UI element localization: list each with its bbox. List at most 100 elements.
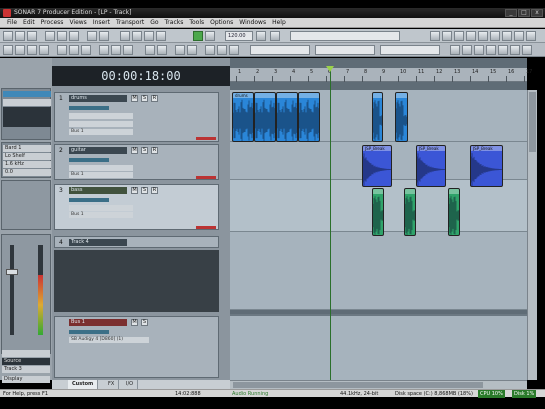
select-icon[interactable]: [466, 31, 476, 41]
horizontal-scrollbar[interactable]: [230, 380, 527, 389]
tempo-field[interactable]: 120.00: [225, 31, 253, 41]
pan-icon[interactable]: [526, 31, 536, 41]
menu-file[interactable]: File: [4, 18, 20, 28]
audio-clip[interactable]: [298, 92, 320, 142]
fx-icon[interactable]: [175, 45, 185, 55]
output-row[interactable]: Bus 1: [69, 172, 133, 178]
snapshot-icon[interactable]: [510, 45, 520, 55]
bus-strip[interactable]: Bus 1 M S SB Audigy 4 [D860] (1): [54, 316, 219, 378]
track-strip[interactable]: 3 bass M S R Bus 1: [54, 184, 219, 230]
volume-slider[interactable]: [69, 158, 109, 162]
automation-icon[interactable]: [205, 45, 215, 55]
selection-field[interactable]: [250, 45, 310, 55]
position-field[interactable]: [315, 45, 375, 55]
loop-end-icon[interactable]: [474, 45, 484, 55]
audio-clip[interactable]: JSP_Break: [416, 145, 446, 187]
vscroll-thumb[interactable]: [529, 92, 536, 152]
event-list-icon[interactable]: [81, 45, 91, 55]
record-icon[interactable]: [156, 31, 166, 41]
marker-add-icon[interactable]: [486, 45, 496, 55]
copy-icon[interactable]: [57, 31, 67, 41]
undo-icon[interactable]: [87, 31, 97, 41]
paste-icon[interactable]: [69, 31, 79, 41]
mute-button[interactable]: M: [131, 187, 138, 194]
menu-tools[interactable]: Tools: [186, 18, 207, 28]
audio-clip[interactable]: [254, 92, 276, 142]
audio-clip[interactable]: JSP_Break: [470, 145, 503, 187]
rewind-icon[interactable]: [120, 31, 130, 41]
menu-edit[interactable]: Edit: [20, 18, 38, 28]
track-strip[interactable]: 1 drums M S R Bus 1: [54, 92, 219, 142]
scrub-icon[interactable]: [502, 31, 512, 41]
lyrics-icon[interactable]: [111, 45, 121, 55]
menu-go[interactable]: Go: [147, 18, 161, 28]
track-strip[interactable]: 2 guitar M S R Bus 1: [54, 144, 219, 180]
display-label[interactable]: Display: [2, 376, 50, 383]
audio-clip[interactable]: [404, 188, 416, 236]
audio-clip[interactable]: [395, 92, 408, 142]
fx-row[interactable]: [69, 165, 133, 171]
erase-icon[interactable]: [490, 31, 500, 41]
console-icon[interactable]: [15, 45, 25, 55]
output-row[interactable]: Bus 1: [69, 212, 133, 218]
hscroll-thumb[interactable]: [233, 382, 483, 388]
menu-process[interactable]: Process: [38, 18, 67, 28]
loop-icon[interactable]: [193, 31, 203, 41]
grid-icon[interactable]: [442, 31, 452, 41]
vertical-scrollbar[interactable]: [527, 90, 537, 380]
menu-transport[interactable]: Transport: [113, 18, 147, 28]
bus-mute-button[interactable]: M: [131, 319, 138, 326]
mute-button[interactable]: M: [131, 147, 138, 154]
record-arm-button[interactable]: R: [151, 95, 158, 102]
eq-gain-value[interactable]: 0.0: [3, 169, 51, 176]
volume-slider[interactable]: [69, 106, 109, 110]
metronome-icon[interactable]: [205, 31, 215, 41]
redo-icon[interactable]: [99, 31, 109, 41]
bus-solo-button[interactable]: S: [141, 319, 148, 326]
close-button[interactable]: x: [531, 9, 543, 17]
settings-icon[interactable]: [522, 45, 532, 55]
menu-windows[interactable]: Windows: [236, 18, 269, 28]
menu-tracks[interactable]: Tracks: [162, 18, 187, 28]
play-icon[interactable]: [144, 31, 154, 41]
loop-start-icon[interactable]: [462, 45, 472, 55]
mute-button[interactable]: M: [131, 95, 138, 102]
lane-4[interactable]: [230, 232, 527, 310]
audio-clip[interactable]: drums: [232, 92, 254, 142]
piano-roll-icon[interactable]: [27, 45, 37, 55]
length-field[interactable]: [380, 45, 440, 55]
volume-fader[interactable]: [6, 269, 18, 275]
solo-button[interactable]: S: [141, 187, 148, 194]
bus-volume-slider[interactable]: [69, 330, 109, 334]
tab-io[interactable]: I/O: [122, 380, 139, 389]
menu-views[interactable]: Views: [66, 18, 89, 28]
open-icon[interactable]: [15, 31, 25, 41]
maximize-button[interactable]: □: [518, 9, 530, 17]
bookmark-icon[interactable]: [498, 45, 508, 55]
menu-help[interactable]: Help: [269, 18, 289, 28]
empty-track-area[interactable]: [54, 250, 219, 312]
zoom-icon[interactable]: [454, 31, 464, 41]
mixdown-icon[interactable]: [157, 45, 167, 55]
read-icon[interactable]: [229, 45, 239, 55]
track-name[interactable]: drums: [69, 95, 127, 102]
time-ruler[interactable]: 1234567891011121314151617: [230, 68, 532, 82]
send-label[interactable]: Track 3: [2, 366, 50, 373]
tab-custom[interactable]: Custom: [68, 380, 99, 389]
markers-icon[interactable]: [99, 45, 109, 55]
audio-clip[interactable]: [276, 92, 298, 142]
fx-row[interactable]: [69, 121, 133, 127]
new-icon[interactable]: [3, 31, 13, 41]
snap-icon[interactable]: [430, 31, 440, 41]
audio-clip[interactable]: JSP_Break: [362, 145, 392, 187]
minimize-button[interactable]: _: [505, 9, 517, 17]
record-arm-button[interactable]: R: [151, 187, 158, 194]
audio-clip[interactable]: [372, 92, 383, 142]
save-icon[interactable]: [27, 31, 37, 41]
solo-button[interactable]: S: [141, 147, 148, 154]
mute-tool-icon[interactable]: [514, 31, 524, 41]
track-view-icon[interactable]: [3, 45, 13, 55]
cut-icon[interactable]: [45, 31, 55, 41]
tempo-tap-icon[interactable]: [256, 31, 266, 41]
loop-explorer-icon[interactable]: [57, 45, 67, 55]
